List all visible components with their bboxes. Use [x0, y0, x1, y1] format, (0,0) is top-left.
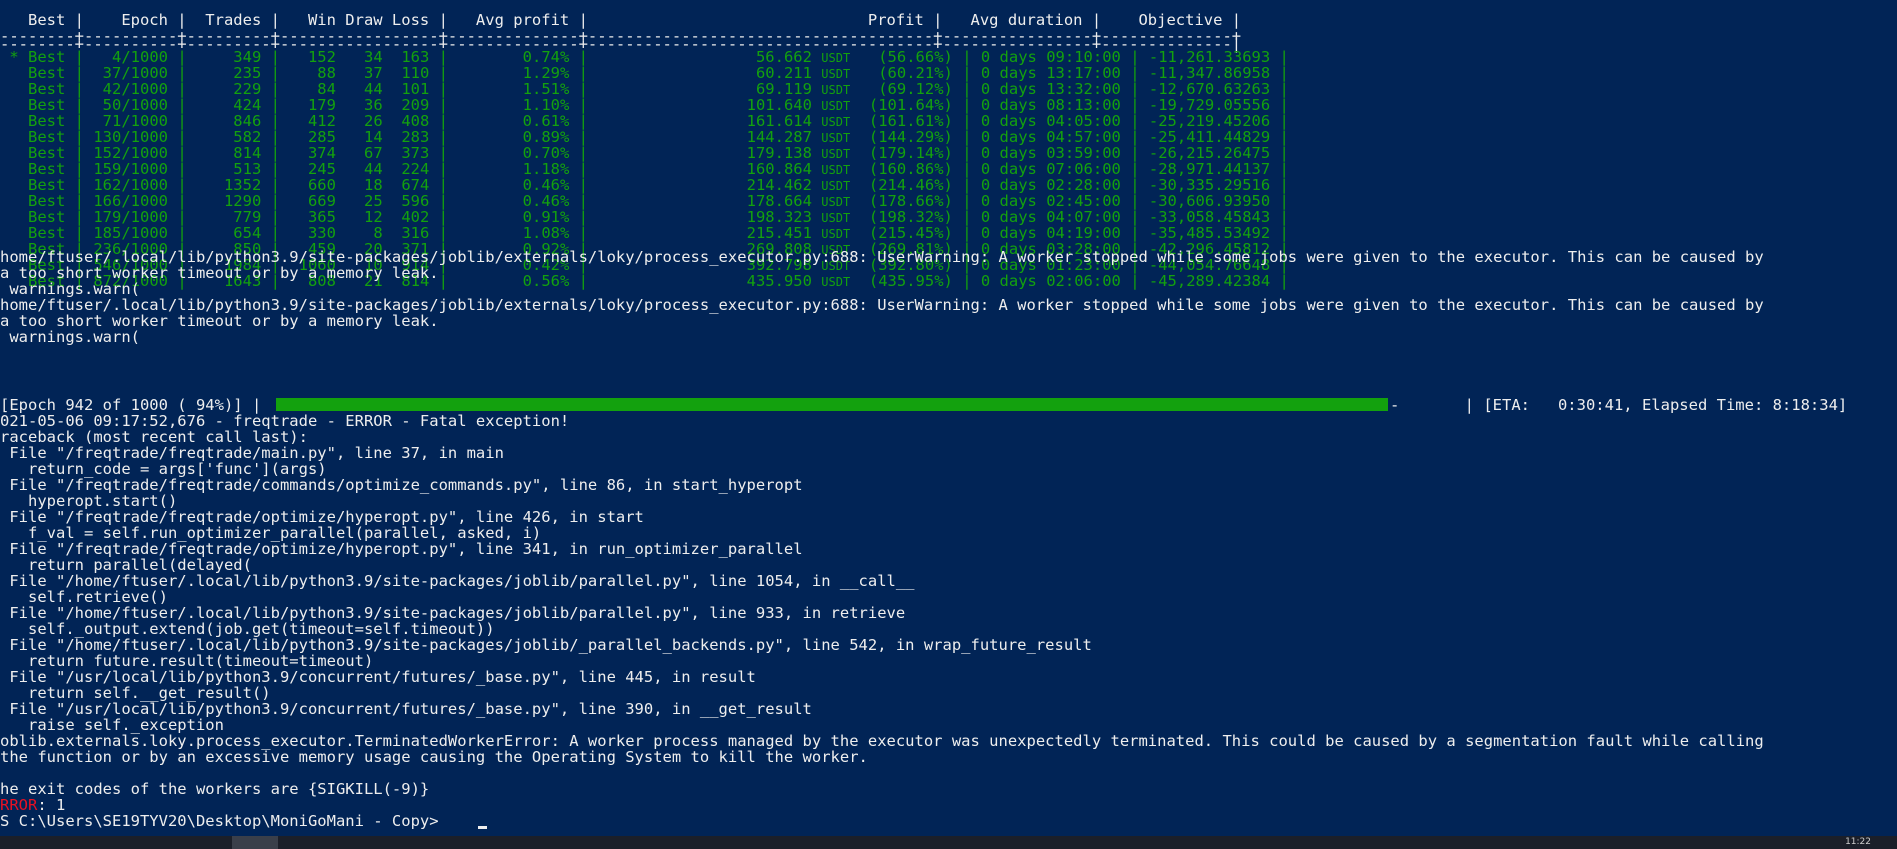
table-row: * Best | 4/1000 | 349 | 152 34 163 | 0.7…: [0, 49, 1289, 65]
profit-unit: USDT: [821, 275, 851, 289]
table-row: Best | 179/1000 | 779 | 365 12 402 | 0.9…: [0, 209, 1289, 225]
traceback-line: File "/home/ftuser/.local/lib/python3.9/…: [0, 636, 1092, 654]
table-row: Best | 162/1000 | 1352 | 660 18 674 | 0.…: [0, 177, 1289, 193]
profit-unit: USDT: [821, 115, 851, 129]
traceback-line: File "/home/ftuser/.local/lib/python3.9/…: [0, 604, 906, 622]
taskbar-app-button[interactable]: [232, 836, 278, 849]
warning-line: home/ftuser/.local/lib/python3.9/site-pa…: [0, 248, 1764, 266]
traceback-line: return self.__get_result(): [0, 684, 271, 702]
profit-unit: USDT: [821, 67, 851, 81]
traceback-line: return_code = args['func'](args): [0, 460, 327, 478]
table-row: Best | 159/1000 | 513 | 245 44 224 | 1.1…: [0, 161, 1289, 177]
warning-line: a too short worker timeout or by a memor…: [0, 264, 439, 282]
avg-profit-cell: 0.56%: [457, 272, 570, 290]
profit-unit: USDT: [821, 227, 851, 241]
warning-line: warnings.warn(: [0, 280, 140, 298]
taskbar: 11:22: [0, 836, 1897, 849]
traceback-line: hyperopt.start(): [0, 492, 178, 510]
warning-line: home/ftuser/.local/lib/python3.9/site-pa…: [0, 296, 1764, 314]
profit-unit: USDT: [821, 147, 851, 161]
table-row: Best | 152/1000 | 814 | 374 67 373 | 0.7…: [0, 145, 1289, 161]
profit-unit: USDT: [821, 131, 851, 145]
fatal-exception-line: 021-05-06 09:17:52,676 - freqtrade - ERR…: [0, 412, 570, 430]
traceback-line: he exit codes of the workers are {SIGKIL…: [0, 780, 430, 798]
profit-unit: USDT: [821, 99, 851, 113]
warning-line: a too short worker timeout or by a memor…: [0, 312, 439, 330]
table-row: Best | 37/1000 | 235 | 88 37 110 | 1.29%…: [0, 65, 1289, 81]
traceback-line: return parallel(delayed(: [0, 556, 252, 574]
traceback-line: File "/usr/local/lib/python3.9/concurren…: [0, 700, 812, 718]
column-separator: |: [1270, 272, 1289, 290]
traceback-line: File "/freqtrade/freqtrade/main.py", lin…: [0, 444, 504, 462]
column-separator: [1037, 272, 1046, 290]
traceback-line: return future.result(timeout=timeout): [0, 652, 374, 670]
column-separator: [850, 272, 859, 290]
column-separator: |: [569, 272, 598, 290]
profit-unit: USDT: [821, 195, 851, 209]
traceback-line: self.retrieve(): [0, 588, 168, 606]
table-row: Best | 166/1000 | 1290 | 669 25 596 | 0.…: [0, 193, 1289, 209]
profit-unit: USDT: [821, 179, 851, 193]
epoch-progress-eta: - | [ETA: 0:30:41, Elapsed Time: 8:18:34…: [1390, 396, 1848, 414]
profit-pct-cell: (435.95%): [859, 272, 953, 290]
traceback-line: raise self._exception: [0, 716, 224, 734]
duration-prefix: 0 days: [980, 272, 1037, 290]
table-header: Best | Epoch | Trades | Win Draw Loss | …: [0, 11, 1242, 29]
powershell-terminal[interactable]: Best | Epoch | Trades | Win Draw Loss | …: [0, 0, 1897, 836]
error-line: RROR: 1: [0, 797, 65, 813]
table-row: Best | 42/1000 | 229 | 84 44 101 | 1.51%…: [0, 81, 1289, 97]
traceback-line: File "/usr/local/lib/python3.9/concurren…: [0, 668, 756, 686]
command-prompt[interactable]: S C:\Users\SE19TYV20\Desktop\MoniGoMani …: [0, 813, 448, 829]
duration-cell: 02:06:00: [1046, 272, 1121, 290]
traceback-line: oblib.externals.loky.process_executor.Te…: [0, 732, 1764, 750]
traceback-line: f_val = self.run_optimizer_parallel(para…: [0, 524, 542, 542]
traceback-line: File "/home/ftuser/.local/lib/python3.9/…: [0, 572, 915, 590]
table-row: Best | 50/1000 | 424 | 179 36 209 | 1.10…: [0, 97, 1289, 113]
profit-cell: 435.950: [597, 272, 812, 290]
traceback-line: the function or by an excessive memory u…: [0, 748, 868, 766]
epoch-progress-label: [Epoch 942 of 1000 ( 94%)] |: [0, 396, 262, 414]
traceback-line: File "/freqtrade/freqtrade/optimize/hype…: [0, 508, 644, 526]
profit-unit: USDT: [821, 163, 851, 177]
table-row: Best | 130/1000 | 582 | 285 14 283 | 0.8…: [0, 129, 1289, 145]
traceback-line: File "/freqtrade/freqtrade/optimize/hype…: [0, 540, 803, 558]
text-cursor: [478, 826, 487, 829]
epoch-progress-bar: [276, 398, 1388, 411]
profit-unit: USDT: [821, 83, 851, 97]
column-separator: [812, 272, 821, 290]
traceback-line: self._output.extend(job.get(timeout=self…: [0, 620, 495, 638]
column-separator: |: [952, 272, 981, 290]
table-row: Best | 185/1000 | 654 | 330 8 316 | 1.08…: [0, 225, 1289, 241]
traceback-line: raceback (most recent call last):: [0, 428, 308, 446]
traceback-line: File "/freqtrade/freqtrade/commands/opti…: [0, 476, 803, 494]
column-separator: |: [1120, 272, 1149, 290]
profit-unit: USDT: [821, 211, 851, 225]
table-row: Best | 71/1000 | 846 | 412 26 408 | 0.61…: [0, 113, 1289, 129]
warning-line: warnings.warn(: [0, 328, 140, 346]
objective-cell: -45,289.42384: [1148, 272, 1271, 290]
profit-unit: USDT: [821, 51, 851, 65]
taskbar-clock: 11:22: [1845, 837, 1871, 847]
